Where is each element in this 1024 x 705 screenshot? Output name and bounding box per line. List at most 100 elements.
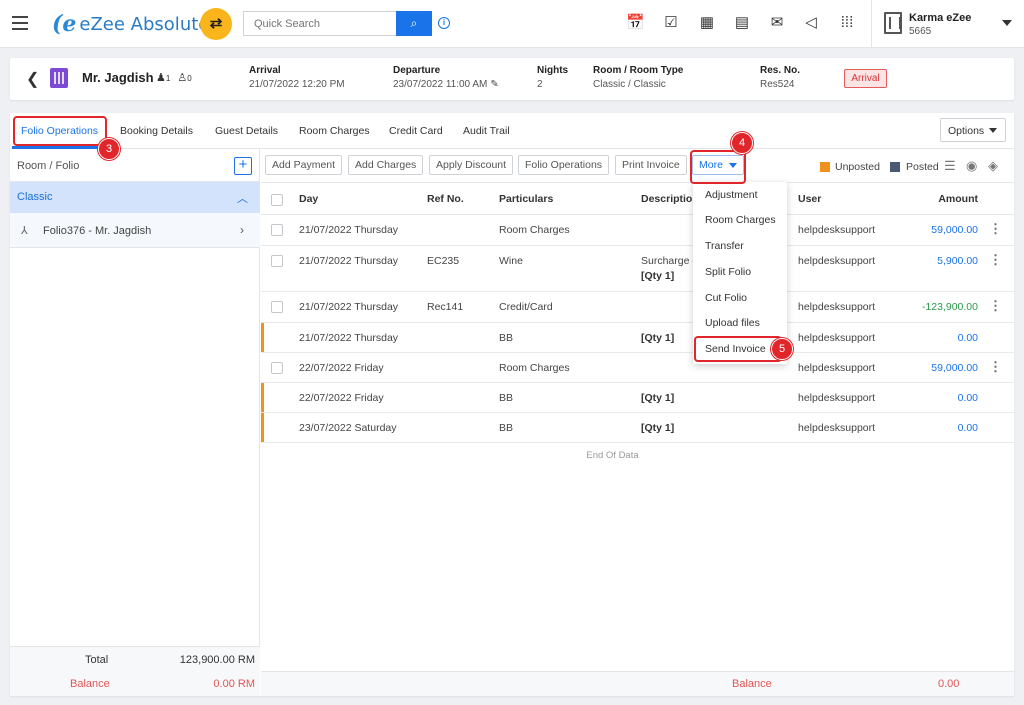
options-dropdown[interactable]: Options: [940, 118, 1006, 142]
menu-item-adjustment[interactable]: Adjustment: [705, 189, 758, 201]
chevron-down-icon: [989, 128, 997, 133]
add-folio-icon[interactable]: +: [234, 157, 252, 175]
tab-booking-details[interactable]: Booking Details: [120, 125, 193, 137]
add-payment-button[interactable]: Add Payment: [265, 155, 343, 175]
back-arrow-icon[interactable]: ❮: [26, 69, 39, 89]
row-menu-icon[interactable]: ⋮: [989, 359, 1002, 375]
search-input[interactable]: [243, 11, 396, 36]
invoice-icon[interactable]: ▤: [733, 14, 751, 32]
shuffle-icon[interactable]: ⇄: [200, 8, 232, 40]
row-amount[interactable]: 0.00: [958, 332, 978, 344]
folio-item[interactable]: ⅄ Folio376 - Mr. Jagdish ›: [10, 213, 260, 248]
list-view-icon[interactable]: ☰: [944, 158, 956, 174]
chevron-up-icon[interactable]: ︿: [237, 190, 248, 206]
table-row[interactable]: 22/07/2022 Friday BB [Qty 1] helpdesksup…: [261, 383, 1014, 413]
hide-icon[interactable]: ◉: [966, 158, 977, 174]
menu-item-room-charges[interactable]: Room Charges: [705, 214, 776, 226]
row-checkbox[interactable]: [271, 224, 283, 236]
divider: [871, 0, 872, 48]
row-menu-icon[interactable]: ⋮: [989, 298, 1002, 314]
table-row[interactable]: 22/07/2022 Friday Room Charges helpdesks…: [261, 353, 1014, 383]
row-user: helpdesksupport: [798, 362, 876, 374]
adult-count: 1: [165, 74, 171, 83]
layers-icon[interactable]: ◈: [988, 158, 998, 174]
print-invoice-button[interactable]: Print Invoice: [615, 155, 687, 175]
menu-item-split-folio[interactable]: Split Folio: [705, 266, 751, 278]
row-amount[interactable]: -123,900.00: [922, 301, 978, 313]
row-checkbox[interactable]: [271, 362, 283, 374]
col-day[interactable]: Day: [299, 193, 318, 205]
balance-label: Balance: [70, 678, 110, 690]
chevron-down-icon[interactable]: [1002, 20, 1012, 26]
search-icon[interactable]: ⌕: [396, 11, 432, 36]
row-particulars: BB: [499, 332, 514, 344]
table-row[interactable]: 21/07/2022 Thursday EC235 Wine Surcharge…: [261, 246, 1014, 292]
folio-name: Folio376 - Mr. Jagdish: [43, 225, 152, 237]
edit-pencil-icon[interactable]: ✎: [490, 79, 498, 90]
row-amount[interactable]: 0.00: [958, 422, 978, 434]
row-amount[interactable]: 5,900.00: [937, 255, 978, 267]
col-particulars[interactable]: Particulars: [499, 193, 553, 205]
row-amount[interactable]: 59,000.00: [931, 362, 978, 374]
row-user: helpdesksupport: [798, 422, 876, 434]
row-day: 21/07/2022 Thursday: [299, 255, 399, 267]
info-icon[interactable]: i: [438, 17, 450, 29]
table-row[interactable]: 21/07/2022 Thursday Rec141 Credit/Card h…: [261, 292, 1014, 323]
app-logo[interactable]: (e eZee Absolute: [52, 11, 209, 37]
row-user: helpdesksupport: [798, 332, 876, 344]
row-amount[interactable]: 0.00: [958, 392, 978, 404]
res-no-value: Res524: [760, 79, 795, 90]
row-user: helpdesksupport: [798, 224, 876, 236]
calendar-add-icon[interactable]: 📅: [626, 14, 645, 32]
table-row[interactable]: 21/07/2022 Thursday Room Charges helpdes…: [261, 215, 1014, 246]
row-ref: EC235: [427, 255, 460, 267]
row-day: 23/07/2022 Saturday: [299, 422, 397, 434]
row-particulars: BB: [499, 422, 514, 434]
add-charges-button[interactable]: Add Charges: [348, 155, 424, 175]
table-header: Day Ref No. Particulars Description User…: [261, 182, 1014, 215]
logo-mark: (e: [52, 11, 77, 37]
hotel-name[interactable]: Karma eZee: [909, 12, 971, 24]
nights-value: 2: [537, 79, 543, 90]
departure-label: Departure: [393, 65, 441, 76]
tab-credit-card[interactable]: Credit Card: [389, 125, 443, 137]
calendar-icon[interactable]: ▦: [698, 14, 716, 32]
col-ref-no[interactable]: Ref No.: [427, 193, 464, 205]
row-menu-icon[interactable]: ⋮: [989, 252, 1002, 268]
footer-balance-label: Balance: [732, 678, 772, 690]
row-particulars: Credit/Card: [499, 301, 553, 313]
footer-balance-value: 0.00: [938, 678, 960, 690]
folio-operations-button[interactable]: Folio Operations: [518, 155, 610, 175]
row-day: 22/07/2022 Friday: [299, 392, 384, 404]
col-amount[interactable]: Amount: [938, 193, 978, 205]
select-all-checkbox[interactable]: [271, 194, 283, 206]
row-user: helpdesksupport: [798, 255, 876, 267]
menu-item-upload-files[interactable]: Upload files: [705, 317, 760, 329]
hotel-building-icon: [884, 12, 902, 34]
row-checkbox[interactable]: [271, 301, 283, 313]
pax-count: ♟1 ♙0: [156, 71, 192, 84]
table-row[interactable]: 23/07/2022 Saturday BB [Qty 1] helpdesks…: [261, 413, 1014, 443]
unposted-marker: [261, 383, 264, 412]
apps-grid-icon[interactable]: ⁞⁞⁞: [838, 14, 856, 32]
table-row[interactable]: 21/07/2022 Thursday BB [Qty 1] helpdesks…: [261, 323, 1014, 353]
menu-item-transfer[interactable]: Transfer: [705, 240, 744, 252]
menu-icon[interactable]: [12, 16, 28, 30]
tab-audit-trail[interactable]: Audit Trail: [463, 125, 510, 137]
col-description[interactable]: Description: [641, 193, 699, 205]
announcement-icon[interactable]: ◁: [802, 14, 820, 32]
mail-icon[interactable]: ✉: [768, 14, 786, 32]
menu-item-cut-folio[interactable]: Cut Folio: [705, 292, 747, 304]
row-amount[interactable]: 59,000.00: [931, 224, 978, 236]
room-group-classic[interactable]: Classic ︿: [10, 182, 260, 213]
tab-guest-details[interactable]: Guest Details: [215, 125, 278, 137]
row-user: helpdesksupport: [798, 301, 876, 313]
folio-list-header: Room / Folio +: [10, 149, 260, 182]
row-menu-icon[interactable]: ⋮: [989, 221, 1002, 237]
apply-discount-button[interactable]: Apply Discount: [429, 155, 514, 175]
calendar-check-icon[interactable]: ☑: [662, 14, 680, 32]
arrival-label: Arrival: [249, 65, 281, 76]
row-checkbox[interactable]: [271, 255, 283, 267]
col-user[interactable]: User: [798, 193, 821, 205]
tab-room-charges[interactable]: Room Charges: [299, 125, 370, 137]
